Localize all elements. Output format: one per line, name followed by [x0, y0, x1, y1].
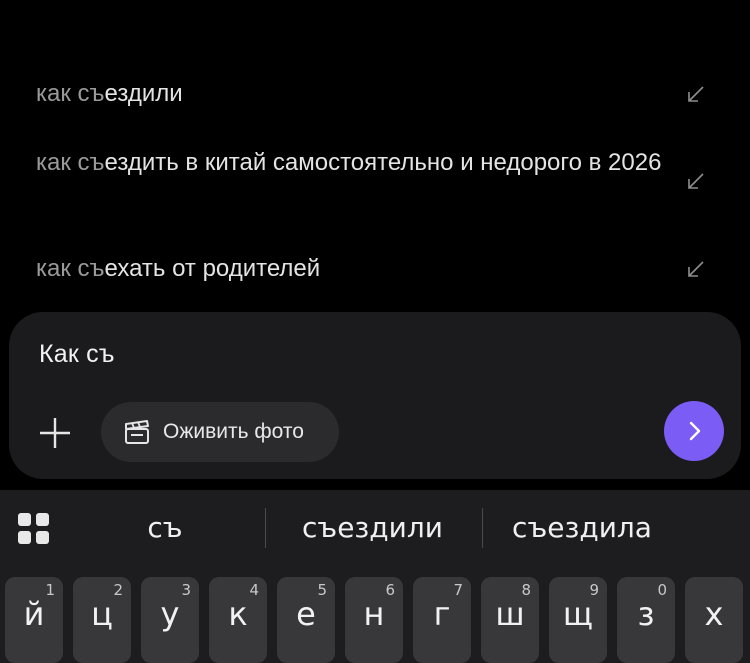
key-char: н — [363, 595, 385, 633]
grid-icon[interactable] — [18, 513, 50, 545]
animate-photo-label: Оживить фото — [163, 420, 304, 443]
key[interactable]: 1й — [5, 577, 63, 663]
query-input[interactable]: Как съ — [39, 340, 115, 369]
key[interactable]: х — [685, 577, 743, 663]
clapperboard-icon — [125, 420, 149, 444]
prediction-item[interactable]: съездили — [270, 490, 475, 566]
prediction-divider — [265, 508, 266, 548]
key-char: к — [228, 595, 248, 633]
keyboard: съ съездили съездила 1й 2ц 3у 4к 5е 6н 7… — [0, 490, 750, 663]
animate-photo-button[interactable]: Оживить фото — [101, 402, 339, 462]
key-char: е — [296, 595, 316, 633]
chevron-right-icon — [689, 421, 701, 441]
plus-icon[interactable] — [35, 413, 75, 453]
key[interactable]: 9щ — [549, 577, 607, 663]
suggestion-completion: ездили — [104, 80, 183, 107]
fill-arrow-icon[interactable] — [686, 171, 706, 191]
key-char: з — [637, 595, 655, 633]
key-char: ш — [495, 595, 525, 633]
key[interactable]: 5е — [277, 577, 335, 663]
suggestion-item[interactable]: как съездили — [36, 76, 726, 112]
fill-arrow-icon[interactable] — [686, 84, 706, 104]
key-char: у — [160, 595, 180, 633]
keyboard-toolbar: съ съездили съездила — [0, 490, 750, 566]
key-char: г — [433, 595, 451, 633]
fill-arrow-icon[interactable] — [686, 259, 706, 279]
composer-panel: Как съ Оживить фото — [9, 312, 741, 479]
suggestion-typed: как съ — [36, 255, 105, 282]
key-char: ц — [91, 595, 113, 633]
suggestion-typed: как съ — [36, 149, 105, 176]
suggestion-completion: ехать от родителей — [104, 255, 321, 282]
suggestion-text: как съездить в китай самостоятельно и не… — [36, 145, 666, 181]
key-char: й — [23, 595, 45, 633]
prediction-item[interactable]: съездила — [487, 490, 677, 566]
prediction-divider — [482, 508, 483, 548]
key-char: щ — [562, 595, 594, 633]
key[interactable]: 4к — [209, 577, 267, 663]
prediction-item[interactable]: съ — [70, 490, 260, 566]
key[interactable]: 7г — [413, 577, 471, 663]
key[interactable]: 6н — [345, 577, 403, 663]
suggestion-text: как съехать от родителей — [36, 251, 666, 287]
key-char: х — [704, 595, 724, 633]
key[interactable]: 0з — [617, 577, 675, 663]
suggestion-list: как съездили как съездить в китай самост… — [0, 0, 750, 300]
suggestion-typed: как съ — [36, 80, 105, 107]
key[interactable]: 2ц — [73, 577, 131, 663]
key[interactable]: 8ш — [481, 577, 539, 663]
key[interactable]: 3у — [141, 577, 199, 663]
suggestion-completion: ездить в китай самостоятельно и недорого… — [104, 149, 662, 176]
suggestion-item[interactable]: как съездить в китай самостоятельно и не… — [36, 145, 726, 189]
send-button[interactable] — [664, 401, 724, 461]
suggestion-item[interactable]: как съехать от родителей — [36, 251, 726, 287]
suggestion-text: как съездили — [36, 76, 666, 112]
